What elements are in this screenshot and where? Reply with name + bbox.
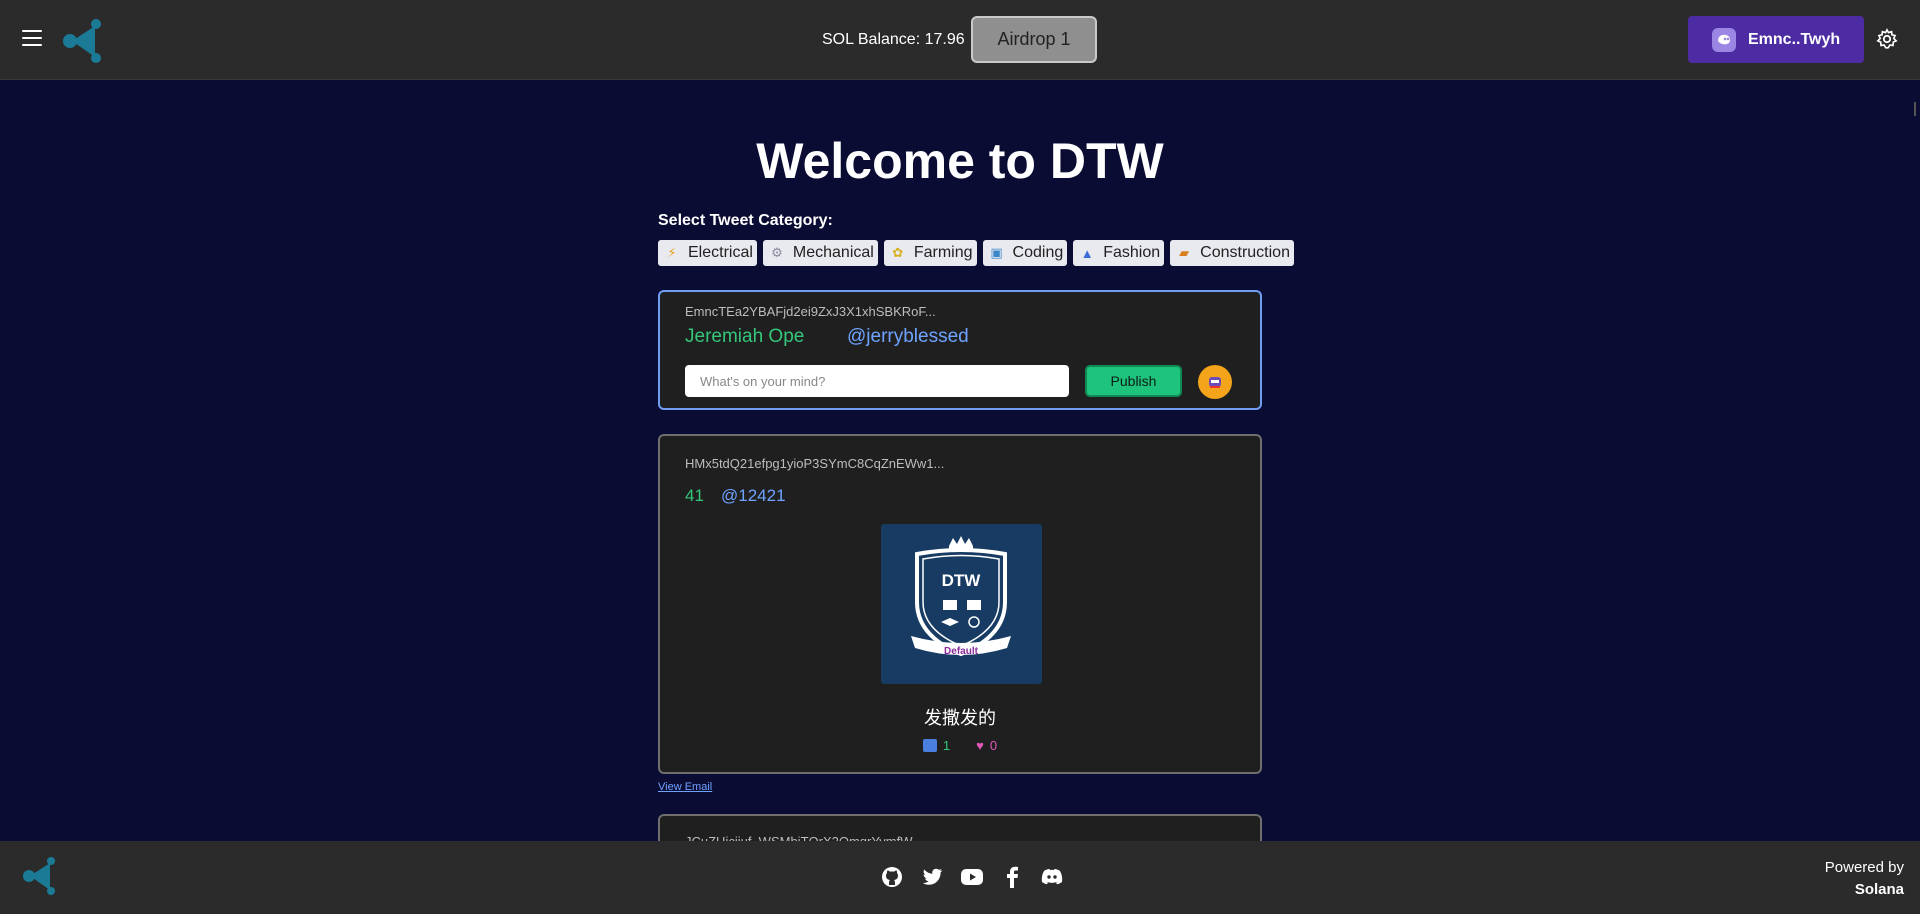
category-label-text: Farming bbox=[913, 244, 973, 261]
crest-banner-text: Default bbox=[944, 646, 979, 657]
sol-balance: SOL Balance: 17.96 bbox=[822, 31, 965, 48]
category-fashion[interactable]: ▲ Fashion bbox=[1073, 240, 1165, 266]
wallet-address: EmncTEa2YBAFjd2ei9ZxJ3X1xhSBKRoF... bbox=[685, 304, 936, 319]
retweet-count: 1 bbox=[942, 738, 951, 753]
twitter-icon[interactable] bbox=[920, 865, 944, 889]
category-label-text: Coding bbox=[1012, 244, 1064, 261]
category-coding[interactable]: ▣ Coding bbox=[982, 240, 1068, 266]
github-icon[interactable] bbox=[880, 865, 904, 889]
page-title: Welcome to DTW bbox=[756, 133, 1164, 189]
category-mechanical[interactable]: ⚙ Mechanical bbox=[762, 240, 878, 266]
footer-logo[interactable] bbox=[22, 855, 60, 897]
corn-icon: ✿ bbox=[892, 245, 904, 260]
dress-icon: ▲ bbox=[1080, 245, 1094, 261]
settings-gear-icon[interactable] bbox=[1876, 28, 1898, 50]
lightning-icon: ⚡ bbox=[667, 245, 677, 260]
tweet-address: HMx5tdQ21efpg1yioP3SYmC8CqZnEWw1... bbox=[685, 456, 945, 471]
gear-icon: ⚙ bbox=[771, 245, 783, 260]
category-electrical[interactable]: ⚡ Electrical bbox=[658, 240, 757, 266]
youtube-icon[interactable] bbox=[960, 865, 984, 889]
wallet-label: Emnc..Twyh bbox=[1748, 30, 1841, 48]
scrollbar[interactable] bbox=[1914, 102, 1916, 116]
category-label-text: Construction bbox=[1200, 244, 1290, 261]
like-count: 0 bbox=[989, 738, 998, 753]
retweet-icon bbox=[922, 739, 937, 752]
tweet-card: HMx5tdQ21efpg1yioP3SYmC8CqZnEWw1... 41 @… bbox=[658, 434, 1262, 774]
user-handle: @jerryblessed bbox=[847, 326, 969, 347]
tweet-author-handle[interactable]: @12421 bbox=[721, 486, 786, 506]
like-button[interactable]: ♥ 0 bbox=[976, 738, 997, 753]
top-bar: SOL Balance: 17.96 Airdrop 1 Emnc..Twyh bbox=[0, 0, 1920, 80]
footer: Powered by Solana bbox=[0, 841, 1920, 914]
discord-icon[interactable] bbox=[1040, 865, 1064, 889]
crest-text: DTW bbox=[942, 571, 982, 590]
facebook-icon[interactable] bbox=[1000, 865, 1024, 889]
tweet-image: DTW Default bbox=[881, 524, 1042, 684]
monitor-icon: ▣ bbox=[990, 245, 1003, 260]
tweet-text: 发撒发的 bbox=[924, 708, 996, 728]
retweet-button[interactable]: 1 bbox=[922, 738, 951, 753]
tweet-input[interactable] bbox=[685, 365, 1069, 397]
heart-icon: ♥ bbox=[976, 738, 984, 753]
category-list: ⚡ Electrical ⚙ Mechanical ✿ Farming ▣ Co… bbox=[658, 240, 1294, 266]
category-farming[interactable]: ✿ Farming bbox=[883, 240, 977, 266]
category-label-text: Mechanical bbox=[792, 244, 874, 261]
powered-by: Powered by Solana bbox=[1825, 857, 1904, 901]
wallet-icon bbox=[1712, 27, 1736, 52]
powered-label: Powered by bbox=[1824, 859, 1904, 876]
publish-button[interactable]: Publish bbox=[1085, 365, 1182, 397]
menu-icon[interactable] bbox=[22, 30, 42, 48]
tweet-stats: 1 ♥ 0 bbox=[660, 738, 1260, 753]
tweet-author-name: 41 bbox=[685, 486, 704, 505]
category-label-text: Fashion bbox=[1103, 244, 1161, 261]
airdrop-button[interactable]: Airdrop 1 bbox=[971, 16, 1097, 63]
category-construction[interactable]: ▰ Construction bbox=[1170, 240, 1294, 266]
view-email-link[interactable]: View Email bbox=[658, 781, 712, 793]
app-logo[interactable] bbox=[62, 17, 108, 65]
avatar-icon[interactable] bbox=[1198, 365, 1232, 399]
user-name: Jeremiah Ope bbox=[685, 326, 805, 347]
powered-brand: Solana bbox=[1854, 881, 1904, 898]
barrier-icon: ▰ bbox=[1179, 245, 1190, 260]
social-links bbox=[880, 865, 1064, 889]
compose-card: EmncTEa2YBAFjd2ei9ZxJ3X1xhSBKRoF... Jere… bbox=[658, 290, 1262, 410]
dtw-crest-logo: DTW Default bbox=[911, 536, 1011, 657]
wallet-button[interactable]: Emnc..Twyh bbox=[1688, 16, 1864, 63]
category-label-text: Electrical bbox=[688, 244, 753, 261]
category-label: Select Tweet Category: bbox=[658, 212, 833, 229]
